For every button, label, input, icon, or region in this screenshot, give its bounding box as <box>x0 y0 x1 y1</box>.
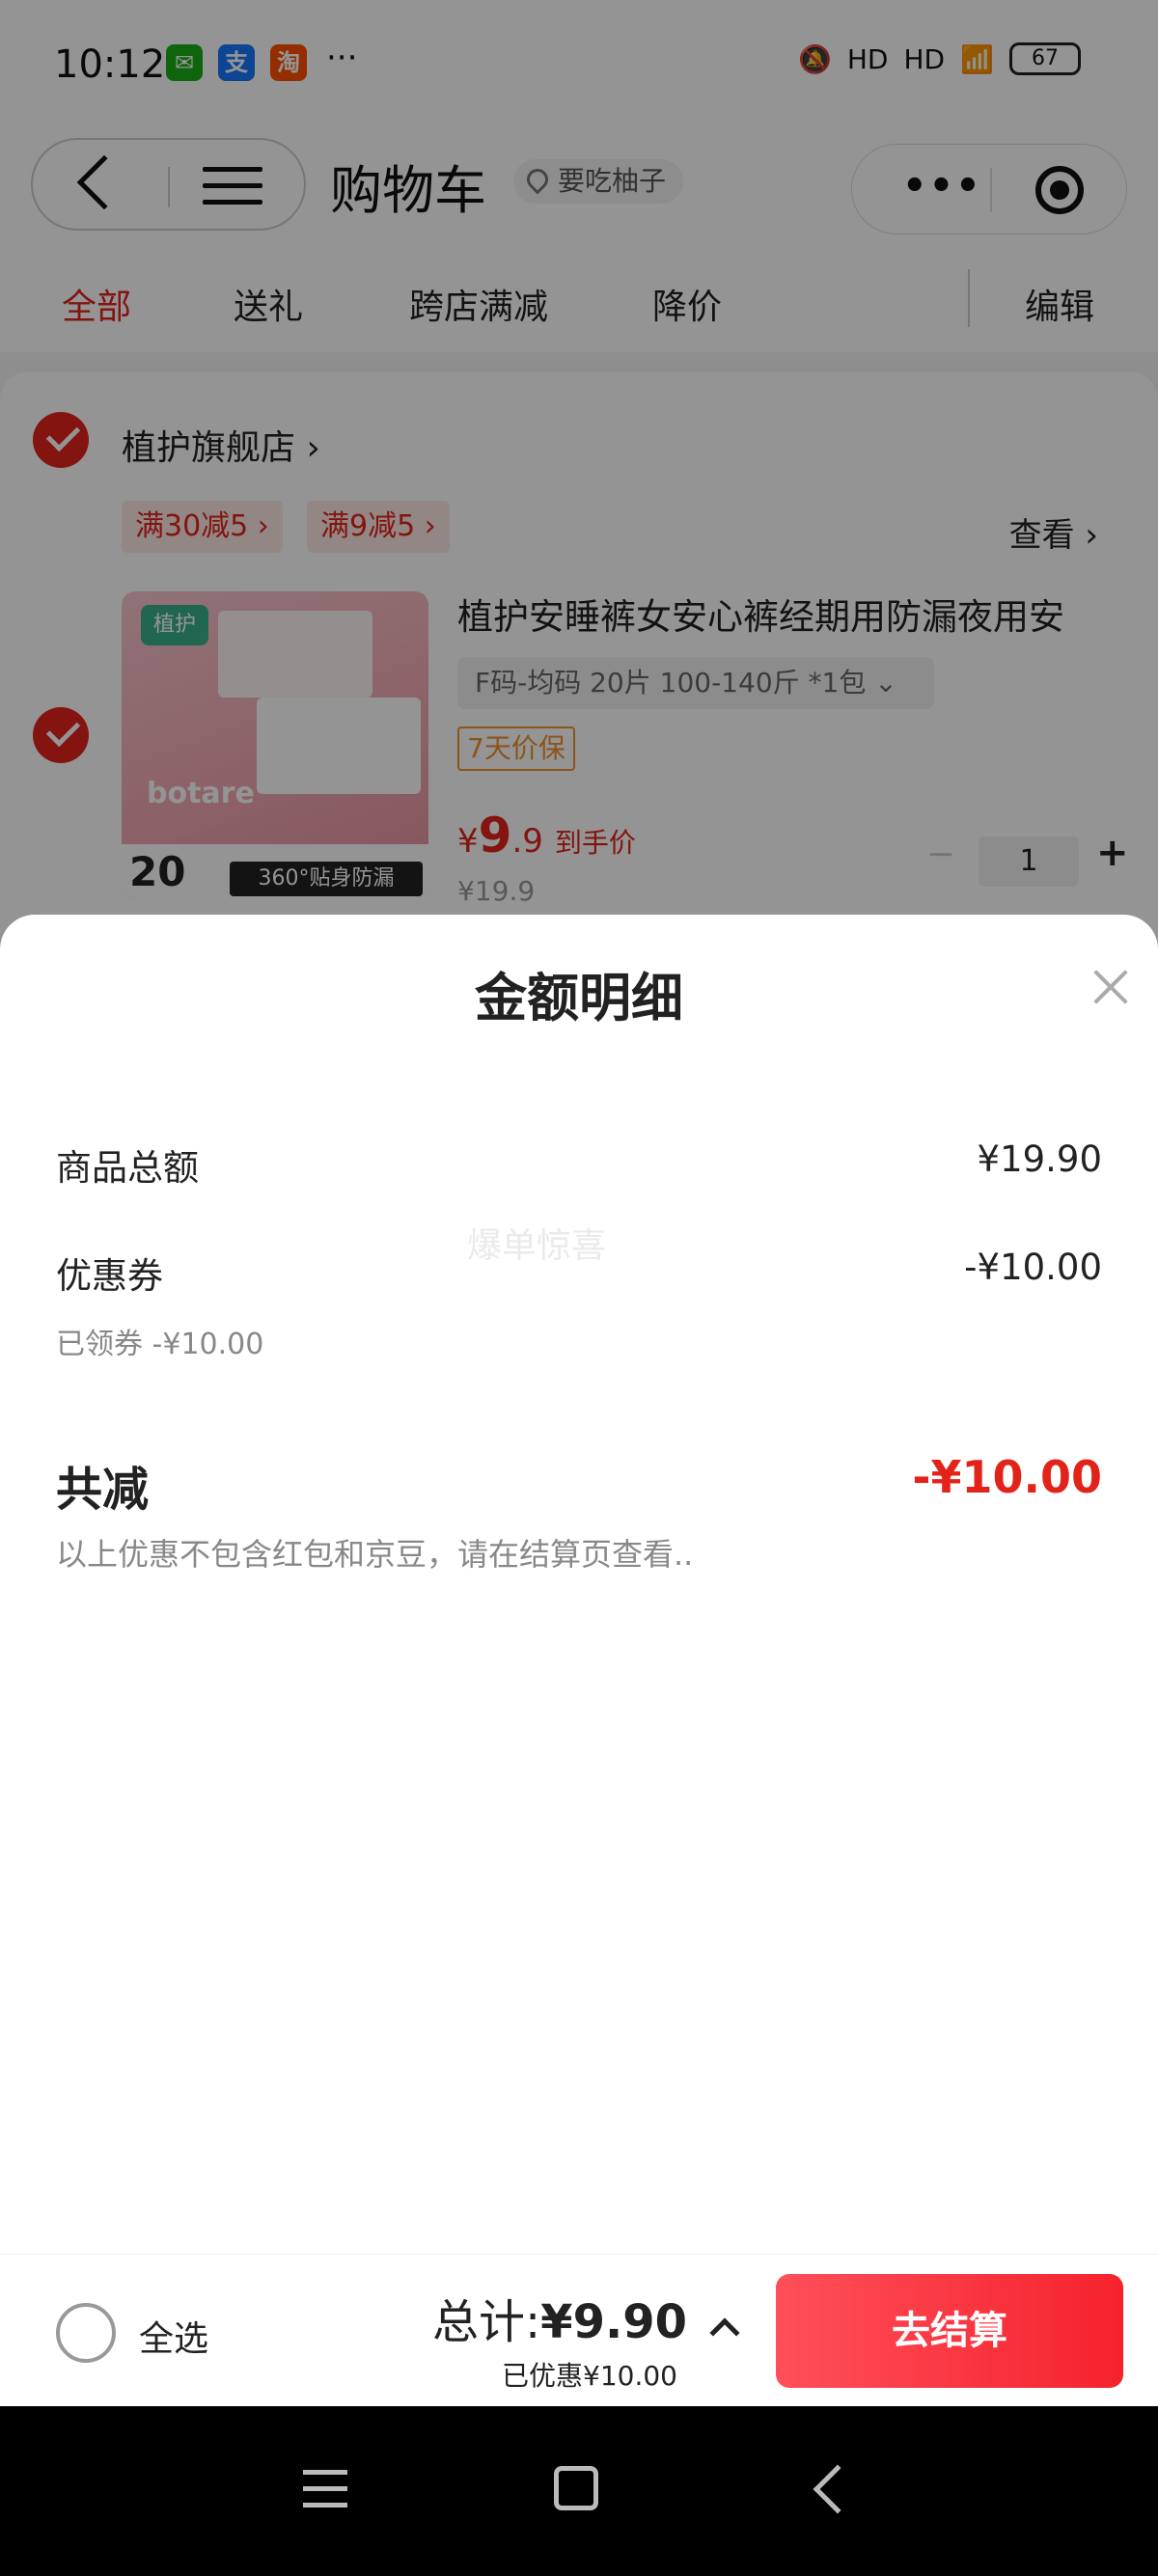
coupon-label: 优惠券 <box>56 1255 163 1297</box>
total-amount: ¥9.90 <box>540 2295 687 2349</box>
select-all-radio[interactable] <box>56 2303 116 2363</box>
coupon-detail: 已领券 -¥10.00 <box>56 1328 264 1361</box>
checkout-button[interactable]: 去结算 <box>776 2274 1123 2388</box>
total-discount-label: 共减 <box>56 1463 150 1517</box>
chevron-up-icon[interactable] <box>709 2317 740 2348</box>
discount-note: 以上优惠不包含红包和京豆，请在结算页查看.. <box>56 1536 694 1573</box>
recent-apps-icon[interactable] <box>303 2470 347 2519</box>
home-icon[interactable] <box>554 2466 598 2510</box>
back-icon[interactable] <box>813 2464 863 2514</box>
saved-amount: 已优惠¥10.00 <box>502 2360 677 2392</box>
close-icon[interactable] <box>1092 969 1129 1005</box>
system-nav-bar <box>0 2406 1158 2576</box>
amount-detail-sheet: 金额明细 商品总额 ¥19.90 爆单惊喜 优惠券 -¥10.00 已领券 -¥… <box>0 915 1158 2254</box>
subtotal-value: ¥19.90 <box>977 1138 1102 1180</box>
coupon-value: -¥10.00 <box>964 1247 1102 1288</box>
watermark-text: 爆单惊喜 <box>467 1226 607 1266</box>
sheet-title: 金额明细 <box>475 968 683 1028</box>
total-discount-value: -¥10.00 <box>912 1451 1102 1503</box>
total-price: 总计:¥9.90 <box>432 2284 687 2351</box>
total-prefix: 总计: <box>431 2295 541 2349</box>
subtotal-label: 商品总额 <box>56 1147 199 1189</box>
checkout-bar: 全选 总计:¥9.90 已优惠¥10.00 去结算 <box>0 2254 1158 2406</box>
select-all-label[interactable]: 全选 <box>139 2311 208 2361</box>
